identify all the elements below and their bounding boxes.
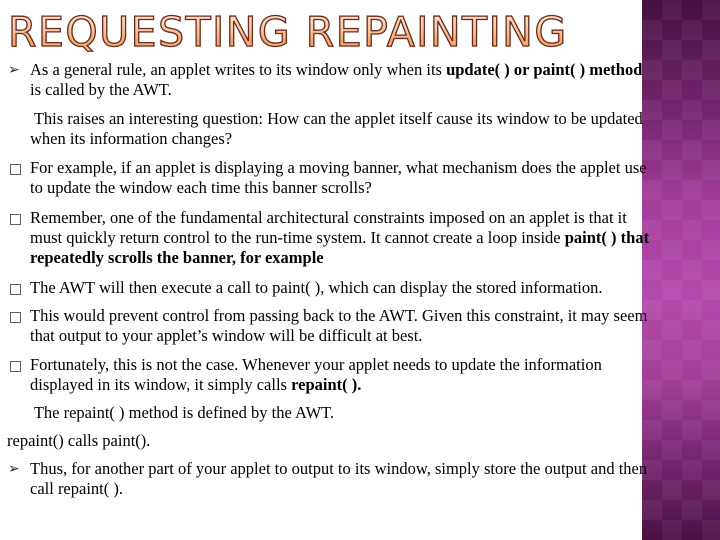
arrow-bullet-icon: ➢ <box>8 461 20 477</box>
bullet-line: Thus, for another part of your applet to… <box>30 459 648 478</box>
slide-title: REQUESTING REPAINTING <box>7 7 568 56</box>
bullet-item: Remember, one of the fundamental archite… <box>10 208 650 268</box>
bullet-line: is called by the AWT. <box>30 80 172 99</box>
square-bullet-icon <box>10 164 21 175</box>
square-bullet-icon <box>10 214 21 225</box>
bullet-line: For example, if an applet is displaying … <box>30 158 647 177</box>
bullet-line: call repaint( ). <box>30 479 123 498</box>
bullet-line: This would prevent control from passing … <box>30 306 648 325</box>
bullet-item: The repaint( ) method is defined by the … <box>30 403 334 423</box>
bullet-item: ➢ As a general rule, an applet writes to… <box>8 60 643 100</box>
bullet-item: This would prevent control from passing … <box>10 306 648 346</box>
bullet-line: The repaint( ) method is defined by the … <box>30 403 335 422</box>
square-bullet-icon <box>10 284 21 295</box>
bullet-line: Fortunately, this is not the case. Whene… <box>30 355 602 374</box>
bullet-line: Remember, one of the fundamental archite… <box>30 208 627 227</box>
square-bullet-icon <box>10 361 21 372</box>
bullet-line: This raises an interesting question: How… <box>30 109 643 128</box>
square-bullet-icon <box>10 312 21 323</box>
bullet-line: must quickly return control to the run-t… <box>30 228 650 247</box>
bullet-line: to update the window each time this bann… <box>30 178 372 197</box>
bullet-item: The AWT will then execute a call to pain… <box>10 278 603 298</box>
bullet-item: repaint() calls paint(). <box>7 431 150 451</box>
bullet-line: when its information changes? <box>30 129 233 148</box>
slide-body: ➢ As a general rule, an applet writes to… <box>0 0 720 540</box>
bullet-item: For example, if an applet is displaying … <box>10 158 647 198</box>
bullet-line: As a general rule, an applet writes to i… <box>30 60 643 79</box>
arrow-bullet-icon: ➢ <box>8 62 20 78</box>
bullet-line: repeatedly scrolls the banner, for examp… <box>30 248 324 267</box>
bullet-line: displayed in its window, it simply calls… <box>30 375 362 394</box>
bullet-item: ➢ Thus, for another part of your applet … <box>8 459 648 499</box>
bullet-line: that output to your applet’s window will… <box>30 326 423 345</box>
bullet-item: Fortunately, this is not the case. Whene… <box>10 355 602 395</box>
bullet-line: The AWT will then execute a call to pain… <box>30 278 603 297</box>
bullet-item: This raises an interesting question: How… <box>30 109 643 149</box>
bullet-line: repaint() calls paint(). <box>7 431 151 450</box>
